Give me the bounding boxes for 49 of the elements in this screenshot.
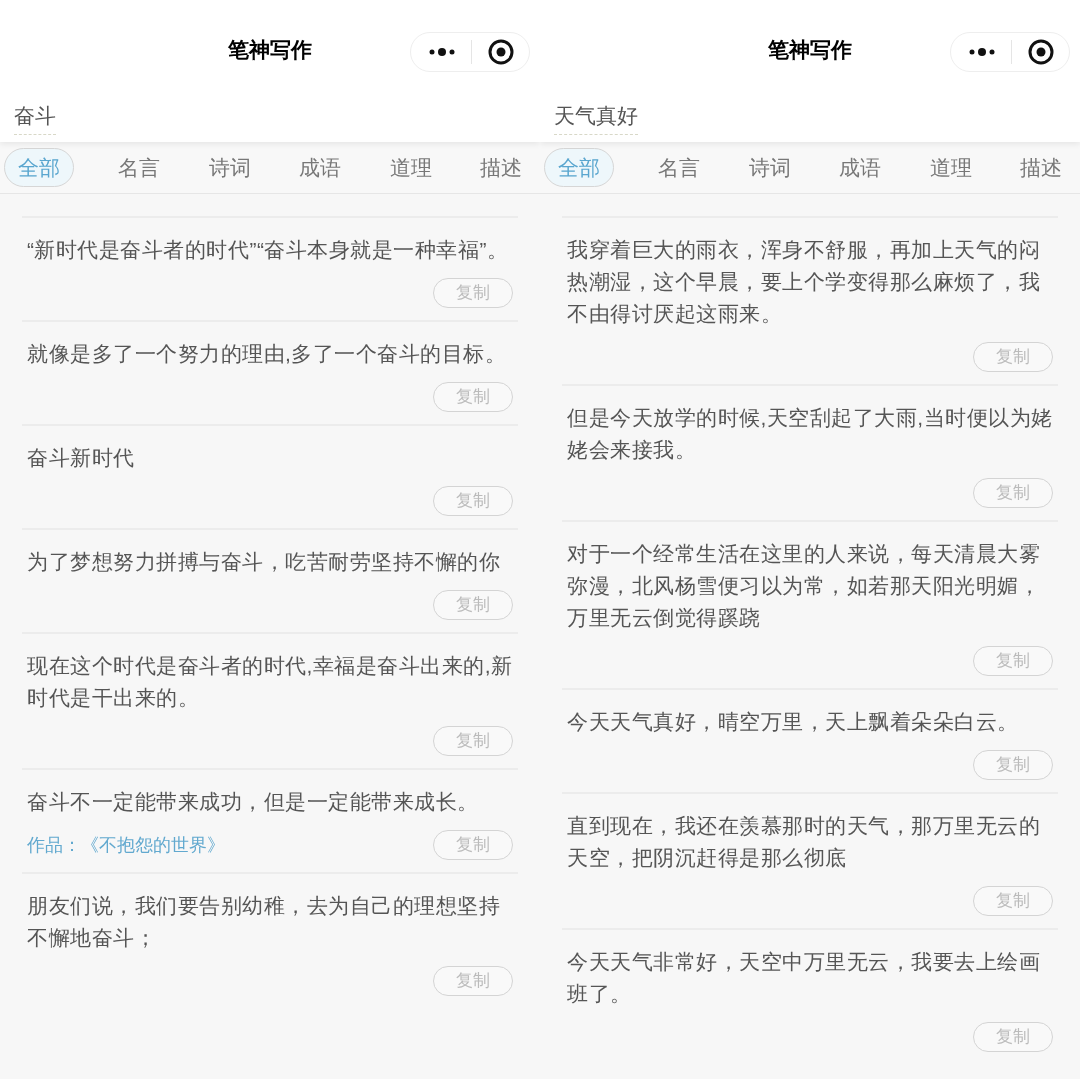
sentence-text: 奋斗新时代 — [27, 445, 136, 471]
category-tab[interactable]: 名言 — [654, 148, 705, 187]
category-tab[interactable]: 成语 — [295, 148, 346, 187]
category-tab[interactable]: 名言 — [114, 148, 165, 187]
copy-button[interactable]: 复制 — [433, 486, 513, 516]
category-tab[interactable]: 描述 — [475, 148, 526, 187]
category-tab[interactable]: 全部 — [544, 147, 614, 188]
page-title: 笔神写作 — [768, 37, 852, 64]
copy-button[interactable]: 复制 — [973, 478, 1053, 508]
category-tab[interactable]: 诗词 — [744, 148, 795, 187]
copy-button[interactable]: 复制 — [433, 830, 513, 860]
search-keyword[interactable]: 天气真好 — [554, 100, 638, 135]
copy-button[interactable]: 复制 — [973, 750, 1053, 780]
copy-button[interactable]: 复制 — [973, 1022, 1053, 1052]
sentence-text: 对于一个经常生活在这里的人来说，每天清晨大雾弥漫，北风杨雪便习以为常，如若那天阳光明媚，万里无云倒觉得蹊跷 — [567, 541, 1041, 631]
capsule-menu[interactable] — [410, 32, 530, 72]
page-title: 笔神写作 — [228, 37, 312, 64]
sentence-text: 今天天气非常好，天空中万里无云，我要去上绘画班了。 — [567, 949, 1041, 1007]
sentence-text: 但是今天放学的时候,天空刮起了大雨,当时便以为姥姥会来接我。 — [567, 405, 1053, 463]
copy-button[interactable]: 复制 — [433, 726, 513, 756]
category-tab[interactable]: 道理 — [385, 148, 436, 187]
copy-button[interactable]: 复制 — [973, 342, 1053, 372]
sentence-text: 现在这个时代是奋斗者的时代,幸福是奋斗出来的,新时代是干出来的。 — [27, 653, 513, 711]
category-tab[interactable]: 成语 — [835, 148, 886, 187]
target-icon[interactable] — [1028, 39, 1054, 65]
category-tab[interactable]: 诗词 — [204, 148, 255, 187]
copy-button[interactable]: 复制 — [433, 590, 513, 620]
more-icon[interactable] — [429, 48, 455, 56]
sentence-text: 朋友们说，我们要告别幼稚，去为自己的理想坚持不懈地奋斗； — [27, 893, 501, 951]
sentence-text: 我穿着巨大的雨衣，浑身不舒服，再加上天气的闷热潮湿，这个早晨，要上个学变得那么麻烦了，我不由得讨厌起这雨来。 — [567, 237, 1041, 327]
sentence-text: “新时代是奋斗者的时代”“奋斗本身就是一种幸福”。 — [27, 237, 510, 263]
copy-button[interactable]: 复制 — [433, 966, 513, 996]
sentence-text: 直到现在，我还在羡慕那时的天气，那万里无云的天空，把阴沉赶得是那么彻底 — [567, 813, 1041, 871]
source-text[interactable]: 作品：《不抱怨的世界》 — [27, 831, 225, 859]
more-icon[interactable] — [969, 48, 995, 56]
copy-button[interactable]: 复制 — [973, 646, 1053, 676]
sentence-text: 就像是多了一个努力的理由,多了一个奋斗的目标。 — [27, 341, 508, 367]
category-tab[interactable]: 描述 — [1015, 148, 1066, 187]
capsule-menu[interactable] — [950, 32, 1070, 72]
sentence-text: 今天天气真好，晴空万里，天上飘着朵朵白云。 — [567, 709, 1020, 735]
copy-button[interactable]: 复制 — [433, 278, 513, 308]
category-tab[interactable]: 道理 — [925, 148, 976, 187]
target-icon[interactable] — [488, 39, 514, 65]
category-tab[interactable]: 全部 — [4, 147, 74, 188]
copy-button[interactable]: 复制 — [433, 382, 513, 412]
search-keyword[interactable]: 奋斗 — [14, 100, 56, 135]
sentence-text: 奋斗不一定能带来成功，但是一定能带来成长。 — [27, 789, 480, 815]
copy-button[interactable]: 复制 — [973, 886, 1053, 916]
sentence-text: 为了梦想努力拼搏与奋斗，吃苦耐劳坚持不懈的你 — [27, 549, 501, 575]
